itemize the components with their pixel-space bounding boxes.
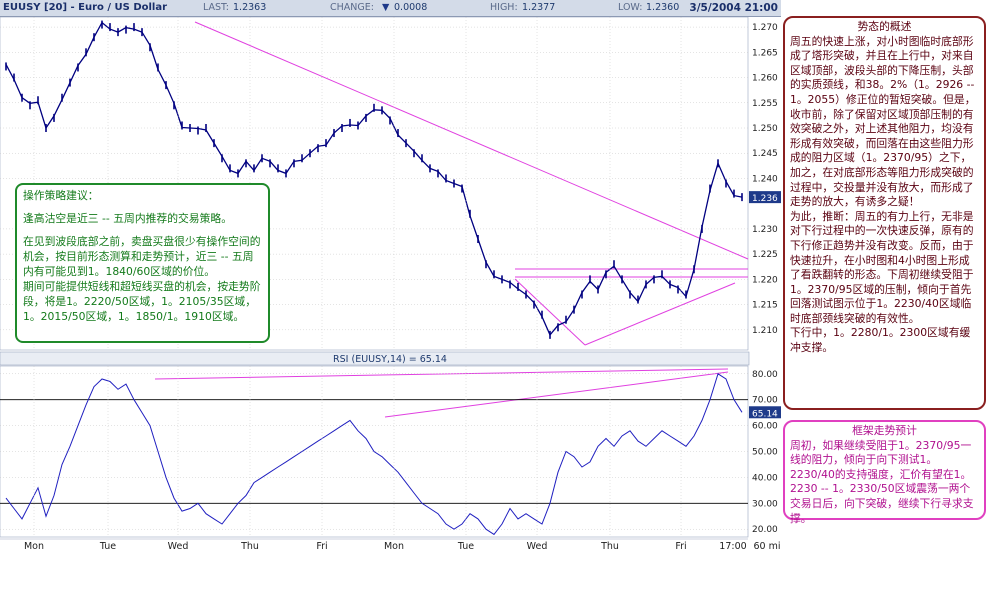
- overview-para-3: 下行中，1。2280/1。2300区域有缓冲支撑。: [790, 326, 971, 355]
- price-tick-label: 1.270: [752, 23, 778, 33]
- time-axis-label: Tue: [457, 541, 474, 552]
- symbol-title: EUUSY [20] - Euro / US Dollar: [3, 2, 168, 13]
- strategy-para-2: 在见到波段底部之前，卖盘买盘很少有操作空间的机会，按目前形态测算和走势预计，近三…: [23, 235, 261, 323]
- last-value: 1.2363: [233, 2, 267, 13]
- rsi-tick-label: 30.00: [752, 499, 778, 509]
- price-tick-label: 1.240: [752, 174, 778, 184]
- low-label: LOW:: [618, 2, 643, 13]
- high-value: 1.2377: [522, 2, 556, 13]
- rsi-line: [5, 373, 743, 536]
- low-value: 1.2360: [646, 2, 680, 13]
- time-axis-label: Tue: [99, 541, 116, 552]
- price-tick-label: 1.220: [752, 275, 778, 285]
- price-tick-label: 1.245: [752, 149, 778, 159]
- change-value: 0.0008: [394, 2, 428, 13]
- chart-header: EUUSY [20] - Euro / US Dollar LAST: 1.23…: [0, 0, 781, 17]
- time-axis-label: Thu: [240, 541, 259, 552]
- rsi-title: RSI (EUUSY,14) = 65.14: [333, 354, 447, 365]
- price-tick-label: 1.255: [752, 99, 778, 109]
- high-label: HIGH:: [490, 2, 518, 13]
- forecast-title: 框架走势预计: [852, 424, 917, 437]
- price-tick-label: 1.260: [752, 74, 778, 84]
- current-rsi-badge: 65.14: [752, 409, 778, 419]
- trendline: [384, 371, 729, 418]
- rsi-axis: 80.00 70.00 60.00 50.00 40.00 30.00 20.00: [752, 370, 778, 535]
- rsi-tick-label: 80.00: [752, 370, 778, 380]
- price-tick-label: 1.210: [752, 326, 778, 336]
- strategy-para-1: 逢高沽空是近三 -- 五周内推荐的交易策略。: [23, 212, 232, 225]
- price-tick-label: 1.230: [752, 225, 778, 235]
- overview-para-2: 为此，推断：周五的有力上行，无非是对下行过程中的一次快速反弹，原有的下行修正趋势…: [790, 209, 974, 325]
- rsi-tick-label: 50.00: [752, 448, 778, 458]
- price-tick-label: 1.250: [752, 124, 778, 134]
- time-axis-label: Fri: [675, 541, 686, 552]
- last-label: LAST:: [203, 2, 229, 13]
- change-label: CHANGE:: [330, 2, 374, 13]
- current-price-badge: 1.236: [752, 194, 778, 204]
- strategy-panel: 操作策略建议： 逢高沽空是近三 -- 五周内推荐的交易策略。 在见到波段底部之前…: [15, 183, 270, 343]
- strategy-title: 操作策略建议：: [23, 189, 99, 202]
- forecast-panel: 框架走势预计 周初，如果继续受阻于1。2370/95一线的阻力，倾向于向下测试1…: [783, 420, 986, 525]
- time-axis-label: Wed: [527, 541, 548, 552]
- time-axis-label: Mon: [384, 541, 404, 552]
- rsi-tick-label: 60.00: [752, 422, 778, 432]
- price-tick-label: 1.215: [752, 301, 778, 311]
- chart-datetime: 3/5/2004 21:00: [689, 2, 778, 14]
- forecast-para-1: 周初，如果继续受阻于1。2370/95一线的阻力，倾向于向下测试1。2230/4…: [790, 438, 974, 525]
- time-axis-label: Wed: [168, 541, 189, 552]
- rsi-series: [5, 373, 743, 536]
- rsi-tick-label: 70.00: [752, 396, 778, 406]
- overview-title: 势态的概述: [857, 20, 912, 33]
- time-axis-label: Mon: [24, 541, 44, 552]
- rsi-tick-label: 20.00: [752, 525, 778, 535]
- time-axis-label: Fri: [316, 541, 327, 552]
- down-arrow-icon: ▼: [382, 2, 390, 13]
- time-axis-label: Thu: [600, 541, 619, 552]
- price-tick-label: 1.265: [752, 48, 778, 58]
- price-axis: 1.270 1.265 1.260 1.255 1.250 1.245 1.240 1.230…: [752, 23, 778, 336]
- trendline: [584, 282, 736, 346]
- overview-panel: 势态的概述 周五的快速上涨，对小时图临时底部形成了塔形突破，并且在上行中，对来自…: [783, 16, 986, 410]
- trendline: [194, 21, 749, 260]
- overview-para-1: 周五的快速上涨，对小时图临时底部形成了塔形突破，并且在上行中，对来自区域顶部，波…: [790, 34, 976, 209]
- rsi-tick-label: 40.00: [752, 473, 778, 483]
- price-tick-label: 1.225: [752, 250, 778, 260]
- period-label: 60 min: [753, 541, 781, 552]
- rsi-panel-header: RSI (EUUSY,14) = 65.14: [0, 351, 750, 366]
- time-axis-label: 17:00: [719, 541, 746, 552]
